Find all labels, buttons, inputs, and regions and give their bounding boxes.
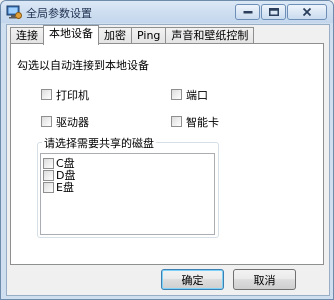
port-checkbox[interactable]: 端口 <box>171 88 208 102</box>
port-label: 端口 <box>186 88 208 102</box>
disk-label: E盘 <box>56 181 74 194</box>
checkbox-box[interactable] <box>43 169 54 181</box>
checkbox-box[interactable] <box>43 181 54 193</box>
tab-sound-wallpaper[interactable]: 声音和壁纸控制 <box>165 27 255 44</box>
drives-label: 驱动器 <box>56 115 89 129</box>
printer-label: 打印机 <box>56 88 89 102</box>
tab-ping[interactable]: Ping <box>131 27 167 44</box>
printer-checkbox[interactable]: 打印机 <box>41 88 89 102</box>
share-disks-group-label: 请选择需要共享的磁盘 <box>42 135 156 151</box>
title-bar[interactable]: 全局参数设置 <box>1 1 333 23</box>
local-devices-hint: 勾选以自动连接到本地设备 <box>17 59 149 72</box>
window-title: 全局参数设置 <box>26 7 92 20</box>
tab-connection[interactable]: 连接 <box>10 27 44 44</box>
smartcard-checkbox[interactable]: 智能卡 <box>171 115 219 129</box>
drives-checkbox[interactable]: 驱动器 <box>41 115 89 129</box>
dialog-client-area: 连接 本地设备 加密 Ping 声音和壁纸控制 勾选以自动连接到本地设备 打印机… <box>6 24 330 296</box>
checkbox-box[interactable] <box>41 89 52 100</box>
checkbox-box[interactable] <box>43 157 54 169</box>
cancel-button[interactable]: 取消 <box>233 269 296 290</box>
smartcard-label: 智能卡 <box>186 115 219 129</box>
minimize-icon <box>243 11 252 14</box>
checkbox-box[interactable] <box>171 89 182 100</box>
tab-encryption[interactable]: 加密 <box>98 27 132 44</box>
share-disks-group: 请选择需要共享的磁盘 C盘 D盘 E盘 <box>37 135 219 238</box>
close-icon <box>302 7 312 17</box>
app-icon <box>6 5 22 19</box>
maximize-icon <box>268 8 279 16</box>
ok-button[interactable]: 确定 <box>161 269 224 290</box>
checkbox-box[interactable] <box>171 116 182 127</box>
minimize-button[interactable] <box>235 4 260 20</box>
maximize-button[interactable] <box>261 4 286 20</box>
checkbox-box[interactable] <box>41 116 52 127</box>
disk-item-e[interactable]: E盘 <box>43 181 74 194</box>
disk-checklist[interactable]: C盘 D盘 E盘 <box>40 153 215 235</box>
tab-local-devices[interactable]: 本地设备 <box>43 25 99 45</box>
settings-window: 全局参数设置 连接 本地设备 加密 Ping 声音和壁纸控制 勾选以自动连接到本… <box>0 0 334 300</box>
local-devices-page: 勾选以自动连接到本地设备 打印机 端口 驱动器 智能卡 请选择需要共享的磁盘 C… <box>10 43 324 265</box>
tab-strip: 连接 本地设备 加密 Ping 声音和壁纸控制 <box>10 25 255 45</box>
close-button[interactable] <box>287 4 327 20</box>
